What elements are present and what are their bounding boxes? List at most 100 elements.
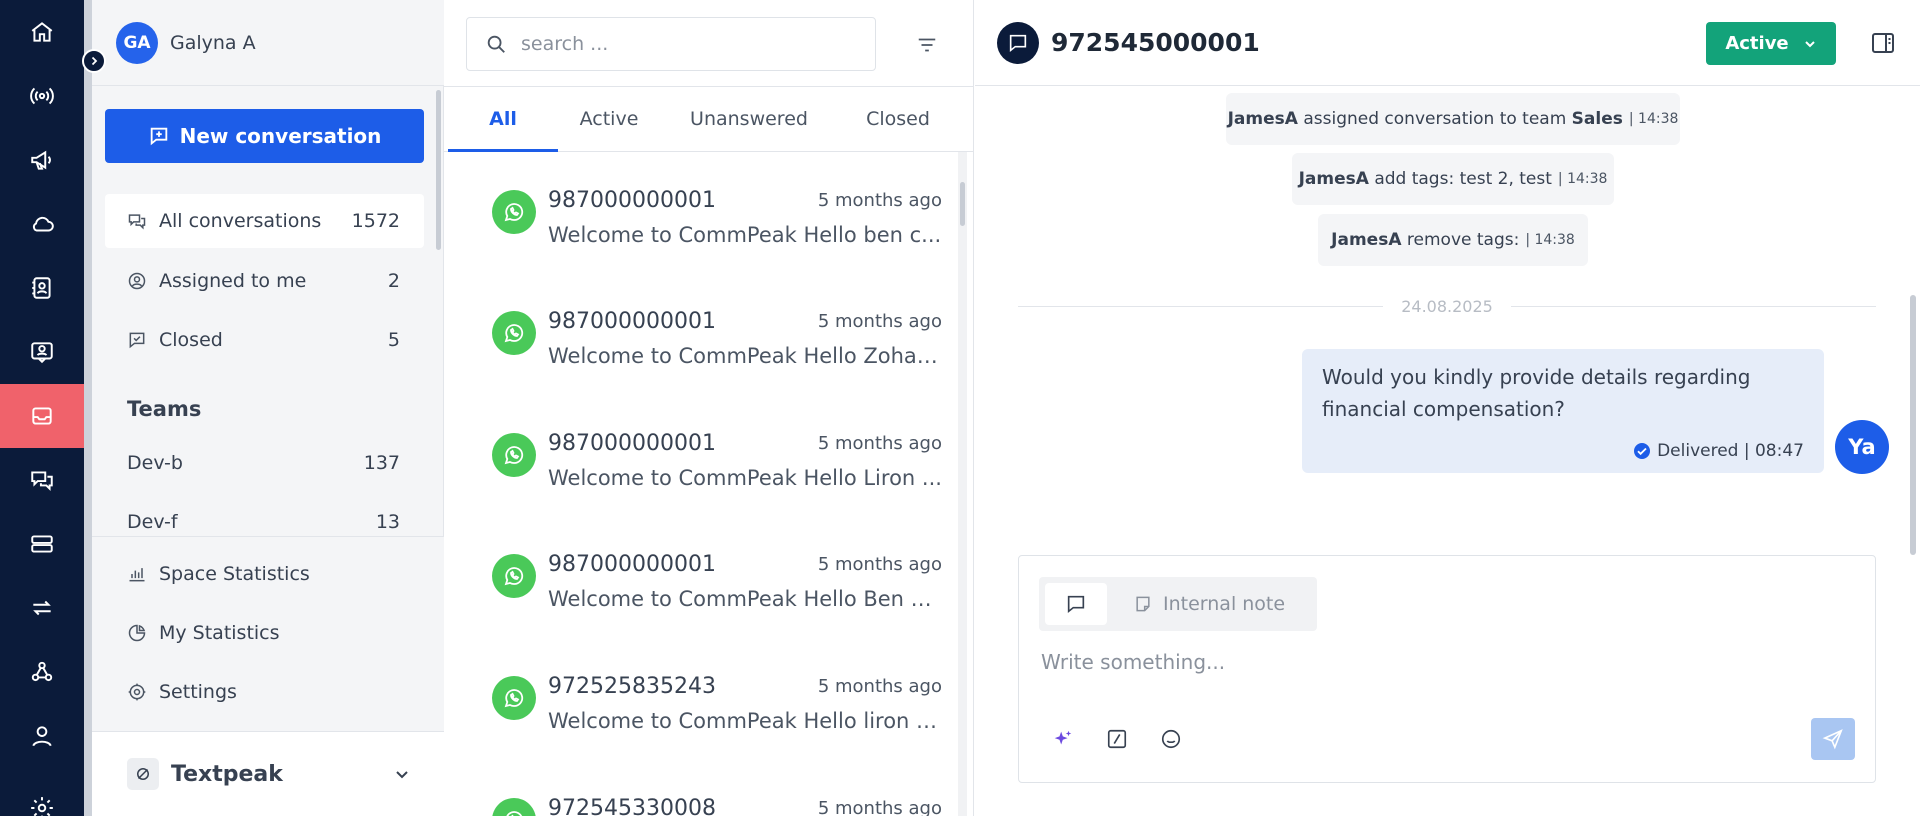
rail-webhooks[interactable] <box>0 640 84 704</box>
system-time: | 14:38 <box>1628 111 1679 127</box>
rail-divider[interactable] <box>84 0 92 816</box>
ai-assist-button[interactable] <box>1048 724 1078 754</box>
workspace-switcher[interactable]: Textpeak <box>92 731 444 816</box>
broadcast-icon <box>30 87 54 105</box>
avatar: GA <box>116 21 158 64</box>
inbox-icon <box>32 407 52 425</box>
list-item[interactable]: 987000000001 5 months ago Welcome to Comm… <box>444 152 964 273</box>
rail-cloud[interactable] <box>0 192 84 256</box>
conversation-time: 5 months ago <box>817 311 942 332</box>
sidebar: GA Galyna A New conversation All convers… <box>92 0 444 816</box>
send-icon <box>1822 729 1843 750</box>
rail-conversations[interactable] <box>0 448 84 512</box>
collapse-sidebar-button[interactable] <box>82 49 106 73</box>
user-profile[interactable]: GA Galyna A <box>92 0 444 86</box>
conversation-time: 5 months ago <box>817 433 942 454</box>
new-conversation-label: New conversation <box>179 124 382 148</box>
chat-check-icon <box>129 332 145 349</box>
conversation-time: 5 months ago <box>817 798 942 816</box>
settings-gear-icon <box>31 797 53 816</box>
list-item[interactable]: 972545330008 5 months ago <box>444 760 964 816</box>
nav-rail <box>0 0 84 816</box>
rail-sync[interactable] <box>0 576 84 640</box>
conversation-preview: Welcome to CommPeak Hello Liron ... <box>548 466 942 490</box>
toggle-details-panel-button[interactable] <box>1870 31 1896 55</box>
rail-broadcast[interactable] <box>0 64 84 128</box>
conversation-number: 972525835243 <box>548 674 716 699</box>
server-icon <box>31 535 53 553</box>
chats-icon <box>128 214 146 230</box>
system-message: JamesA remove tags: | 14:38 <box>1318 214 1588 266</box>
team-label: Dev-f <box>127 511 178 533</box>
templates-button[interactable] <box>1102 724 1132 754</box>
message-input[interactable]: Write something... <box>1041 644 1841 680</box>
list-item[interactable]: 987000000001 5 months ago Welcome to Comm… <box>444 516 964 637</box>
tab-unanswered[interactable]: Unanswered <box>656 87 842 151</box>
support-agent-icon <box>31 342 53 364</box>
list-scroll-track <box>958 152 967 816</box>
nav-space-statistics[interactable]: Space Statistics <box>105 547 424 601</box>
emoji-icon <box>1161 729 1181 749</box>
conversation-tabs: All Active Unanswered Closed <box>444 86 974 152</box>
rail-campaigns[interactable] <box>0 128 84 192</box>
chevron-right-icon <box>91 56 98 66</box>
outgoing-message[interactable]: Would you kindly provide details regardi… <box>1302 349 1824 473</box>
conversation-preview: Welcome to CommPeak Hello Ben C... <box>548 587 942 611</box>
nav-count: 2 <box>387 270 400 292</box>
tab-closed[interactable]: Closed <box>842 87 954 151</box>
conversation-number: 987000000001 <box>548 431 716 456</box>
list-item[interactable]: 972525835243 5 months ago Welcome to Comm… <box>444 638 964 759</box>
rail-servers[interactable] <box>0 512 84 576</box>
sidebar-scrollbar[interactable] <box>436 90 441 250</box>
conversation-number: 972545330008 <box>548 796 716 816</box>
chat-scrollbar[interactable] <box>1910 295 1916 555</box>
tab-all[interactable]: All <box>444 87 562 152</box>
system-text: add tags: <box>1374 169 1455 189</box>
cloud-icon <box>32 216 54 232</box>
team-item-dev-b[interactable]: Dev-b 137 <box>105 443 424 483</box>
sync-icon <box>33 600 51 616</box>
rail-inbox[interactable] <box>0 384 84 448</box>
avatar: Ya <box>1835 420 1889 474</box>
filter-button[interactable] <box>912 30 942 60</box>
nav-settings[interactable]: Settings <box>105 665 424 719</box>
conversation-status-dropdown[interactable]: Active <box>1706 22 1836 65</box>
new-conversation-button[interactable]: New conversation <box>105 109 424 163</box>
rail-settings[interactable] <box>0 776 84 816</box>
textpeak-logo-icon <box>127 758 159 790</box>
tab-active[interactable]: Active <box>562 87 656 151</box>
nav-label: Settings <box>159 681 237 703</box>
tab-sms-reply[interactable] <box>1045 583 1107 625</box>
list-item[interactable]: 987000000001 5 months ago Welcome to Comm… <box>444 273 964 394</box>
nav-assigned-to-me[interactable]: Assigned to me 2 <box>105 254 424 308</box>
search-input[interactable]: search ... <box>466 17 876 71</box>
date-label: 24.08.2025 <box>1401 296 1493 316</box>
nav-all-conversations[interactable]: All conversations 1572 <box>105 194 424 248</box>
system-time: | 14:38 <box>1557 171 1608 187</box>
team-count: 137 <box>363 452 400 474</box>
sms-icon <box>1067 595 1085 614</box>
nav-closed[interactable]: Closed 5 <box>105 313 424 367</box>
list-item[interactable]: 987000000001 5 months ago Welcome to Comm… <box>444 395 964 516</box>
rail-contacts[interactable] <box>0 256 84 320</box>
nav-label: Assigned to me <box>159 270 307 292</box>
gear-icon <box>128 683 146 701</box>
list-scrollbar[interactable] <box>960 182 965 226</box>
chat-title: 972545000001 <box>1051 28 1260 57</box>
whatsapp-icon <box>492 554 536 598</box>
nav-my-statistics[interactable]: My Statistics <box>105 606 424 660</box>
send-button[interactable] <box>1811 718 1855 760</box>
pie-chart-icon <box>128 624 146 642</box>
whatsapp-icon <box>492 190 536 234</box>
nav-count: 5 <box>387 329 400 351</box>
tab-internal-note[interactable]: Internal note <box>1133 593 1285 615</box>
rail-profile[interactable] <box>0 704 84 768</box>
system-target: test 2, test <box>1459 169 1552 189</box>
teams-heading: Teams <box>127 397 202 421</box>
system-text: remove tags: <box>1406 230 1520 250</box>
conversation-number: 987000000001 <box>548 188 716 213</box>
sparkles-icon <box>1054 730 1072 745</box>
rail-agents[interactable] <box>0 320 84 384</box>
rail-home[interactable] <box>0 0 84 64</box>
emoji-button[interactable] <box>1156 724 1186 754</box>
